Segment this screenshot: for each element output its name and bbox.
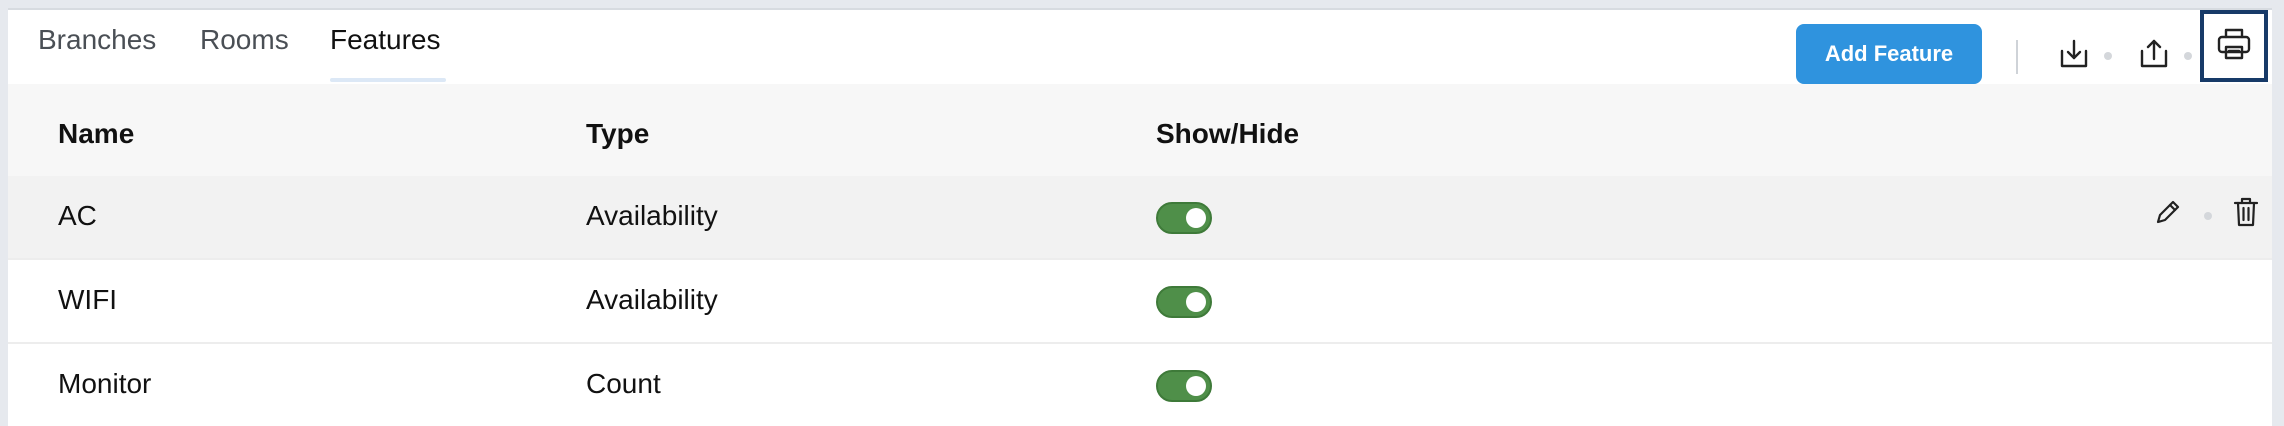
separator-dot [2104, 52, 2112, 60]
separator-dot [2204, 212, 2212, 220]
export-button[interactable] [2130, 32, 2178, 80]
edit-icon [2153, 197, 2183, 232]
table-header: Name Type Show/Hide [8, 84, 2272, 178]
feature-name: AC [58, 200, 97, 231]
upload-icon [2137, 37, 2171, 76]
add-feature-button[interactable]: Add Feature [1796, 24, 1982, 84]
top-bar: Branches Rooms Features Add Feature [8, 10, 2272, 86]
show-hide-toggle[interactable] [1156, 286, 1212, 318]
show-hide-toggle[interactable] [1156, 202, 1212, 234]
toolbar-divider [2016, 40, 2018, 74]
tab-features[interactable]: Features [330, 24, 441, 56]
tab-rooms[interactable]: Rooms [200, 24, 289, 56]
delete-icon [2231, 196, 2261, 233]
column-header-type[interactable]: Type [586, 118, 649, 150]
feature-name: WIFI [58, 284, 118, 315]
feature-type: Availability [586, 200, 718, 231]
table-row[interactable]: AC Availability [8, 176, 2272, 260]
tab-branches[interactable]: Branches [38, 24, 156, 56]
feature-name: Monitor [58, 368, 152, 399]
feature-type: Count [586, 368, 661, 399]
separator-dot [2184, 52, 2192, 60]
toggle-knob [1186, 376, 1206, 396]
print-icon [2216, 27, 2252, 66]
toggle-knob [1186, 292, 1206, 312]
active-tab-indicator [330, 78, 446, 82]
download-icon [2057, 37, 2091, 76]
download-button[interactable] [2050, 32, 2098, 80]
feature-type: Availability [586, 284, 718, 315]
edit-button[interactable] [2148, 194, 2188, 234]
show-hide-toggle[interactable] [1156, 370, 1212, 402]
print-button[interactable] [2200, 10, 2268, 82]
column-header-name[interactable]: Name [58, 118, 134, 150]
table-row[interactable]: WIFI Availability [8, 260, 2272, 344]
table-row[interactable]: Monitor Count [8, 344, 2272, 426]
app-frame: Branches Rooms Features Add Feature Name… [8, 8, 2272, 426]
delete-button[interactable] [2226, 194, 2266, 234]
toggle-knob [1186, 208, 1206, 228]
column-header-show-hide[interactable]: Show/Hide [1156, 118, 1299, 150]
